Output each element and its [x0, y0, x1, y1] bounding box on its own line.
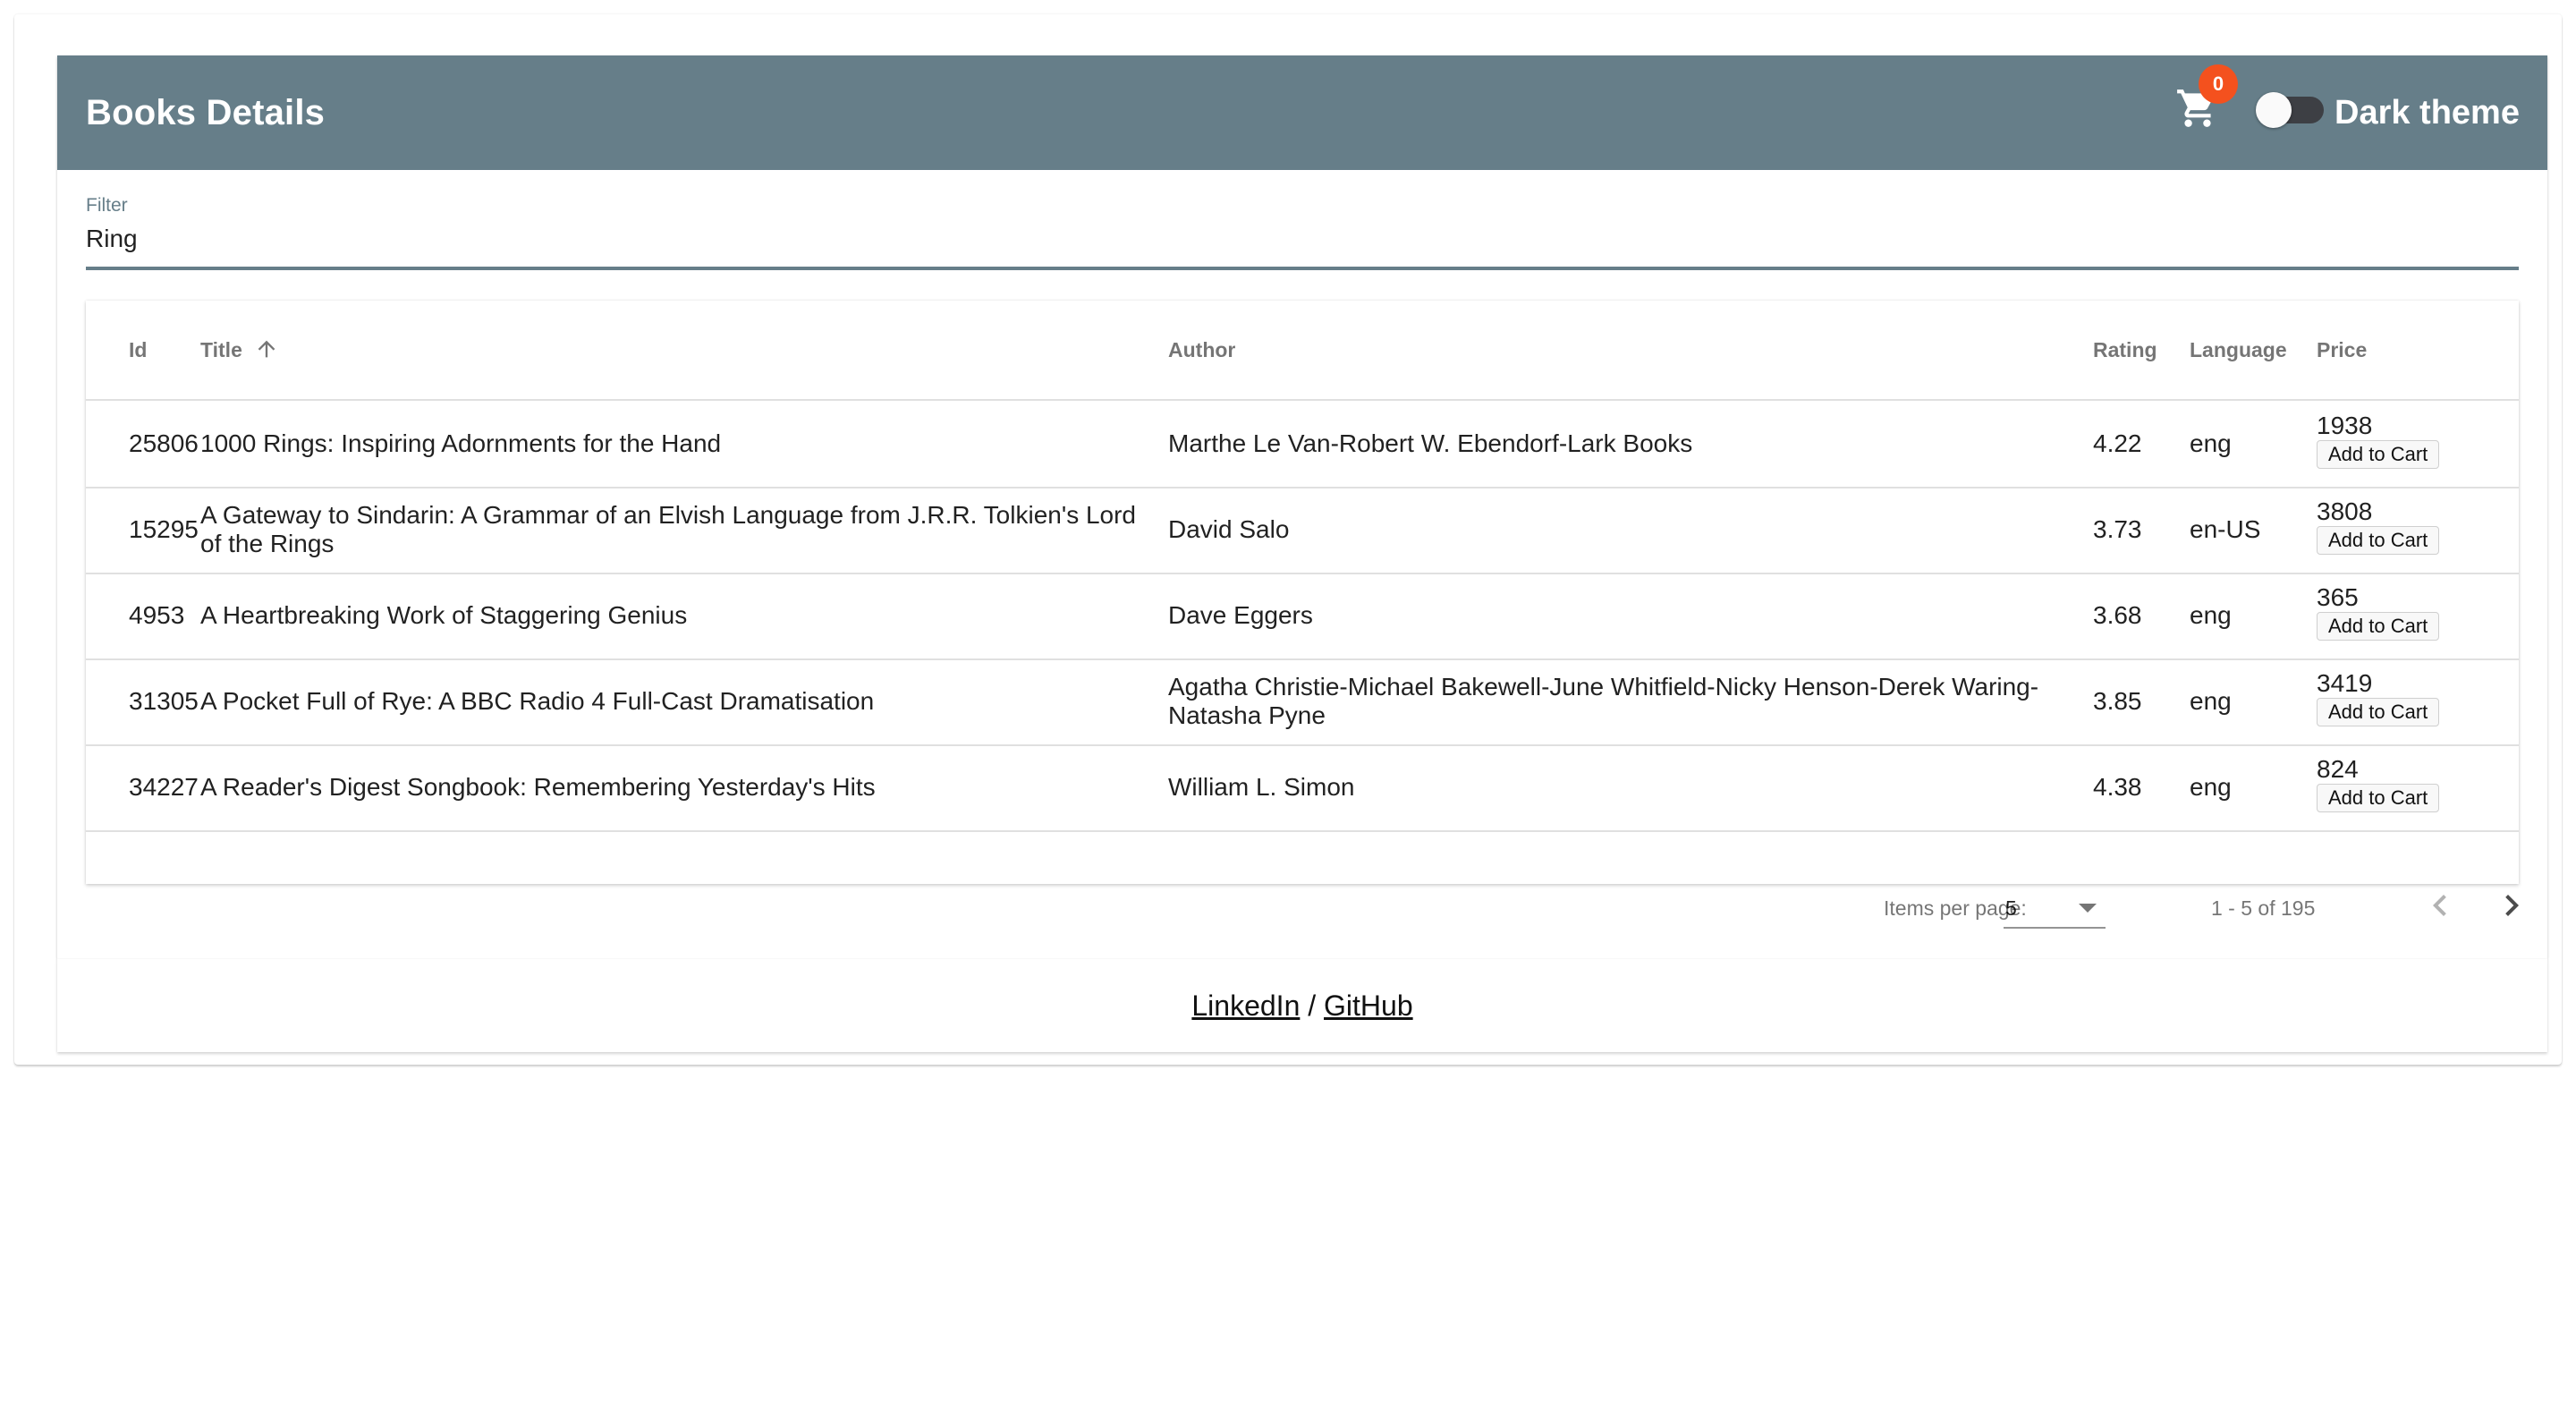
- column-header-title[interactable]: Title: [200, 301, 299, 399]
- add-to-cart-button[interactable]: Add to Cart: [2317, 698, 2440, 726]
- linkedin-link[interactable]: LinkedIn: [1191, 990, 1300, 1022]
- books-card: Books Details 0 Dark theme Filter Id Tit…: [57, 55, 2547, 959]
- cell-id: 4953: [129, 601, 185, 629]
- arrow-up-icon: [258, 340, 275, 358]
- chevron-right-icon: [2505, 895, 2519, 916]
- cell-language: eng: [2190, 773, 2232, 801]
- cell-title: 1000 Rings: Inspiring Adornments for the…: [200, 429, 722, 457]
- cell-id: 15295: [129, 515, 199, 543]
- cell-price: 365: [2317, 583, 2359, 611]
- column-header-title-label: Title: [200, 338, 242, 361]
- dark-theme-label[interactable]: Dark theme: [2334, 55, 2520, 170]
- cell-title: A Gateway to Sindarin: A Grammar of an E…: [200, 501, 1137, 557]
- next-page-button[interactable]: [2490, 884, 2533, 927]
- cell-price: 3419: [2317, 669, 2373, 697]
- items-per-page-select[interactable]: 5: [2004, 884, 2106, 929]
- filter-label: Filter: [86, 195, 128, 216]
- cell-title: A Heartbreaking Work of Staggering Geniu…: [200, 601, 688, 629]
- column-header-rating[interactable]: Rating: [2093, 301, 2157, 399]
- toolbar: Books Details 0 Dark theme: [57, 55, 2547, 170]
- add-to-cart-button[interactable]: Add to Cart: [2317, 440, 2440, 469]
- cell-rating: 4.22: [2093, 429, 2142, 457]
- toggle-thumb: [2256, 92, 2292, 128]
- items-per-page-value: 5: [2005, 896, 2017, 920]
- cell-price: 3808: [2317, 497, 2373, 525]
- select-underline: [2004, 927, 2106, 929]
- footer: LinkedIn / GitHub: [57, 959, 2547, 1052]
- page-title: Books Details: [86, 93, 326, 132]
- filter-underline: [86, 267, 2519, 270]
- column-header-author[interactable]: Author: [1168, 301, 1235, 399]
- column-header-language[interactable]: Language: [2190, 301, 2287, 399]
- table-row: 4953 A Heartbreaking Work of Staggering …: [86, 573, 2519, 660]
- table-row: 25806 1000 Rings: Inspiring Adornments f…: [86, 401, 2519, 488]
- cell-rating: 3.73: [2093, 515, 2142, 543]
- cell-title: A Reader's Digest Songbook: Remembering …: [200, 773, 876, 801]
- previous-page-button[interactable]: [2419, 884, 2462, 927]
- cell-title: A Pocket Full of Rye: A BBC Radio 4 Full…: [200, 687, 875, 715]
- cell-language: eng: [2190, 429, 2232, 457]
- cell-language: eng: [2190, 687, 2232, 715]
- column-header-price[interactable]: Price: [2317, 301, 2367, 399]
- cell-rating: 4.38: [2093, 773, 2142, 801]
- dark-theme-toggle[interactable]: [2256, 92, 2324, 161]
- cell-language: en-US: [2190, 515, 2261, 543]
- table-row: 15295 A Gateway to Sindarin: A Grammar o…: [86, 487, 2519, 574]
- chevron-left-icon: [2433, 895, 2446, 916]
- cell-language: eng: [2190, 601, 2232, 629]
- add-to-cart-button[interactable]: Add to Cart: [2317, 784, 2440, 812]
- cell-price: 1938: [2317, 412, 2373, 439]
- table-row: 31305 A Pocket Full of Rye: A BBC Radio …: [86, 658, 2519, 746]
- cell-rating: 3.85: [2093, 687, 2142, 715]
- cart-count-badge: 0: [2199, 64, 2238, 104]
- dropdown-arrow-icon: [2079, 904, 2097, 913]
- filter-input[interactable]: [86, 217, 2517, 261]
- column-header-id[interactable]: Id: [129, 301, 147, 399]
- github-link[interactable]: GitHub: [1324, 990, 1413, 1022]
- cell-author: William L. Simon: [1168, 773, 1355, 801]
- cell-author: Dave Eggers: [1168, 601, 1313, 629]
- add-to-cart-button[interactable]: Add to Cart: [2317, 612, 2440, 641]
- books-table: Id Title Author Rating Language Price 25…: [86, 301, 2519, 884]
- add-to-cart-button[interactable]: Add to Cart: [2317, 526, 2440, 555]
- cell-author: Marthe Le Van-Robert W. Ebendorf-Lark Bo…: [1168, 429, 1693, 457]
- cell-price: 824: [2317, 755, 2359, 783]
- footer-separator: /: [1308, 990, 1317, 1022]
- app-container: Books Details 0 Dark theme Filter Id Tit…: [14, 14, 2562, 1065]
- cell-author: David Salo: [1168, 515, 1290, 543]
- cell-id: 34227: [129, 773, 199, 801]
- table-row: 34227 A Reader's Digest Songbook: Rememb…: [86, 744, 2519, 832]
- cell-author: Agatha Christie-Michael Bakewell-June Wh…: [1168, 673, 2039, 729]
- cell-id: 31305: [129, 687, 199, 715]
- page-range-label: 1 - 5 of 195: [2211, 896, 2316, 920]
- cell-rating: 3.68: [2093, 601, 2142, 629]
- cell-id: 25806: [129, 429, 199, 457]
